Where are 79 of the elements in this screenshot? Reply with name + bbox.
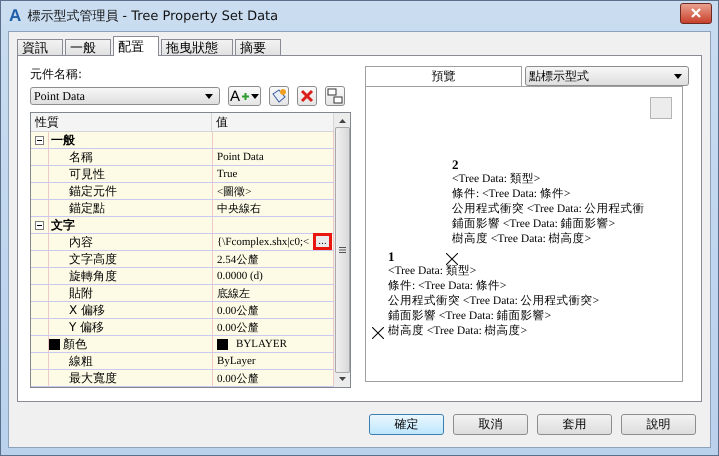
property-value: 底線左	[217, 286, 250, 300]
label-text: 鋪面影響 <Tree Data: 鋪面影響>	[388, 309, 552, 324]
close-button[interactable]	[680, 2, 712, 24]
label-text: 條件: <Tree Data: 條件>	[388, 279, 506, 294]
app-logo: A	[9, 6, 22, 26]
point-marker-icon	[372, 327, 384, 339]
label-text: <Tree Data: 類型>	[388, 264, 476, 279]
label-text: 樹高度 <Tree Data: 樹高度>	[388, 324, 528, 339]
caret-icon	[251, 94, 260, 98]
property-value: 2.54公釐	[217, 252, 258, 266]
property-value: 0.00公釐	[217, 320, 258, 334]
collapse-toggle-icon[interactable]	[35, 136, 44, 144]
layout-button[interactable]	[325, 86, 346, 106]
property-name: 線粗	[69, 352, 93, 370]
property-name: Y 偏移	[69, 318, 104, 336]
tab[interactable]: 一般	[65, 39, 111, 56]
label-text: 公用程式衝突 <Tree Data: 公用程式衝突>	[388, 294, 600, 309]
plus-icon	[242, 92, 250, 100]
caret-icon	[674, 74, 682, 78]
component-name-label: 元件名稱:	[30, 66, 84, 83]
tab[interactable]: 資訊	[17, 39, 63, 56]
scroll-thumb[interactable]	[334, 127, 350, 373]
property-name: 旋轉角度	[69, 268, 117, 284]
property-value: <圖徵>	[217, 184, 252, 198]
property-value: 0.00公釐	[217, 304, 258, 318]
column-header: 性質	[31, 113, 212, 131]
tab[interactable]: 配置	[113, 36, 159, 56]
category-label: 一般	[49, 132, 213, 148]
style-dropdown[interactable]: 點標示型式	[525, 66, 689, 86]
label-text: 公用程式衝突 <Tree Data: 公用程式衝	[452, 202, 645, 217]
property-name: 顏色	[63, 336, 87, 352]
category-label: 文字	[49, 217, 213, 233]
scrollbar[interactable]	[334, 113, 350, 387]
property-name: 內容	[69, 234, 93, 250]
property-value: ByLayer	[217, 355, 256, 367]
dialog-button[interactable]: 套用	[537, 414, 612, 435]
property-name: 錨定點	[69, 200, 105, 216]
view-toggle-button[interactable]	[650, 97, 672, 119]
windows-icon	[327, 88, 344, 104]
property-value: BYLAYER	[236, 338, 287, 350]
delete-icon	[300, 89, 314, 103]
property-value: {\Fcomplex.shx|c0;<	[217, 236, 310, 248]
tag-star-icon	[271, 88, 288, 104]
add-text-button[interactable]: A	[228, 86, 262, 106]
property-name: 文字高度	[69, 250, 117, 268]
dialog-button[interactable]: 說明	[621, 414, 696, 435]
property-name: 錨定元件	[69, 182, 117, 200]
caret-icon	[205, 94, 213, 98]
close-icon	[691, 8, 701, 18]
property-name: 名稱	[69, 148, 93, 166]
property-value: 0.0000 (d)	[217, 270, 263, 282]
property-name: 最大寬度	[69, 370, 117, 386]
property-value: 中央線右	[217, 202, 261, 216]
label-text: 鋪面影響 <Tree Data: 鋪面影響>	[452, 217, 616, 232]
window-title: 標示型式管理員 - Tree Property Set Data	[27, 8, 280, 25]
property-name: X 偏移	[69, 302, 106, 318]
property-value: True	[217, 168, 238, 180]
tab[interactable]: 拖曳狀態	[161, 39, 233, 56]
scroll-down-icon	[338, 377, 346, 381]
scroll-up-icon	[338, 119, 346, 123]
grip-icon	[338, 247, 346, 253]
ellipsis-button[interactable]: ...	[313, 233, 332, 250]
tab[interactable]: 摘要	[235, 39, 281, 56]
point-marker-icon	[446, 253, 458, 265]
property-value: 0.00公釐	[217, 372, 258, 386]
dialog-button[interactable]: 取消	[453, 414, 528, 435]
property-name: 可見性	[69, 166, 105, 182]
new-component-button[interactable]	[269, 86, 290, 106]
label-text: <Tree Data: 類型>	[452, 172, 540, 187]
label-number: 2	[452, 157, 458, 172]
collapse-toggle-icon[interactable]	[35, 220, 44, 230]
component-dropdown[interactable]: Point Data	[30, 87, 220, 105]
dialog-button[interactable]: 確定	[369, 414, 444, 435]
label-text: 條件: <Tree Data: 條件>	[452, 187, 570, 202]
property-name: 貼附	[69, 284, 93, 302]
label-number: 1	[388, 249, 394, 264]
delete-button[interactable]	[297, 86, 318, 106]
label-text: 樹高度 <Tree Data: 樹高度>	[452, 232, 592, 247]
property-value: Point Data	[217, 151, 264, 163]
